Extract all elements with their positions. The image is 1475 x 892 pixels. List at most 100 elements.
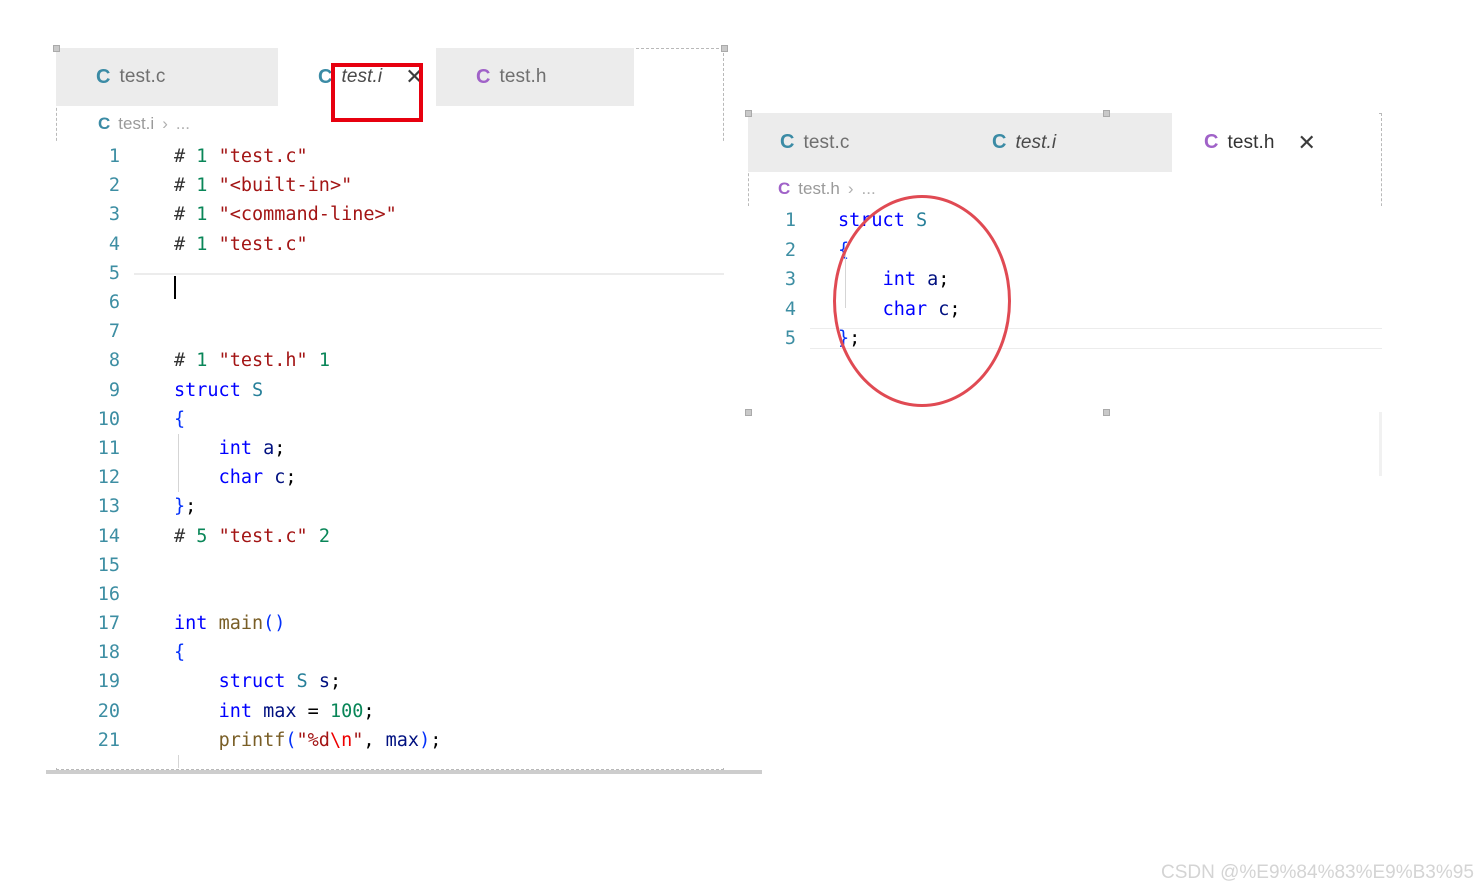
code-line[interactable]: 19 struct S s; — [56, 667, 724, 696]
code-token: "test.h" — [218, 350, 308, 372]
code-line[interactable]: 17 int main() — [56, 609, 724, 638]
left-tab-test-h[interactable]: Ctest.h — [436, 48, 634, 106]
code-line[interactable]: 4 # 1 "test.c" — [56, 230, 724, 259]
code-line[interactable]: 15 — [56, 551, 724, 580]
code-line-text[interactable]: # 1 "<built-in>" — [134, 175, 724, 196]
code-line-text[interactable]: { — [134, 642, 724, 663]
line-number: 1 — [784, 210, 796, 232]
code-token: 5 — [196, 525, 208, 547]
close-icon[interactable]: ✕ — [405, 66, 423, 88]
code-line-text[interactable]: struct S s; — [134, 671, 724, 692]
code-line[interactable]: 5}; — [748, 324, 1382, 354]
code-line[interactable]: 21 printf("%d\n", max); — [56, 726, 724, 755]
right-breadcrumb-file[interactable]: test.h — [798, 179, 840, 199]
code-line-text[interactable]: char c; — [810, 299, 1382, 320]
code-token: "test.c" — [218, 146, 308, 168]
right-tab-test-h[interactable]: Ctest.h ✕ — [1172, 113, 1377, 172]
right-editor-body-extension — [1379, 412, 1382, 476]
code-token: 1 — [196, 233, 208, 255]
code-line[interactable]: 18 { — [56, 638, 724, 667]
code-line[interactable]: 16 — [56, 580, 724, 609]
code-line[interactable]: 20 int max = 100; — [56, 697, 724, 726]
code-line[interactable]: 8 # 1 "test.h" 1 — [56, 346, 724, 375]
code-line[interactable]: 13}; — [56, 492, 724, 521]
resize-handle-right-bc[interactable] — [1103, 409, 1110, 416]
chevron-right-icon: › — [162, 114, 168, 133]
code-line-text[interactable]: struct S — [134, 380, 724, 401]
code-token: "test.c" — [218, 233, 308, 255]
code-line-text[interactable]: { — [134, 409, 724, 430]
close-icon[interactable]: ✕ — [1298, 131, 1316, 154]
code-token: S — [251, 379, 264, 401]
code-token: main — [218, 613, 264, 635]
code-line-text[interactable]: # 5 "test.c" 2 — [134, 526, 724, 547]
code-line[interactable]: 10 { — [56, 405, 724, 434]
code-line-text[interactable]: # 1 "test.c" — [134, 234, 724, 255]
code-line-text[interactable]: int max = 100; — [134, 701, 724, 722]
code-line[interactable]: 2{ — [748, 236, 1382, 266]
right-tab-test-i[interactable]: Ctest.i — [960, 113, 1172, 172]
code-line[interactable]: 12 char c; — [56, 463, 724, 492]
right-breadcrumb-more[interactable]: ... — [862, 179, 876, 199]
code-line-text[interactable]: }; — [810, 328, 1382, 350]
right-tab-test-c[interactable]: Ctest.c — [748, 113, 960, 172]
code-line[interactable]: 3 int a; — [748, 265, 1382, 295]
resize-handle-left-tr[interactable] — [721, 45, 728, 52]
code-line[interactable]: 9 struct S — [56, 376, 724, 405]
code-token: ; — [938, 269, 950, 291]
code-token: 1 — [196, 204, 208, 226]
code-line[interactable]: 2 # 1 "<built-in>" — [56, 171, 724, 200]
code-line-text[interactable]: # 1 "test.h" 1 — [134, 350, 724, 371]
code-token: struct — [838, 210, 905, 232]
line-number: 7 — [108, 321, 120, 343]
resize-handle-left-tl[interactable] — [53, 45, 60, 52]
line-number: 2 — [784, 239, 796, 261]
right-editor-screenshot: Ctest.c Ctest.i Ctest.h ✕ Ctest.h ›... 1 stru… — [748, 113, 1382, 412]
right-tab-bar: Ctest.c Ctest.i Ctest.h ✕ — [748, 113, 1382, 172]
code-line-text[interactable]: { — [810, 240, 1382, 261]
code-line[interactable]: 7 — [56, 317, 724, 346]
left-breadcrumb-more[interactable]: ... — [176, 114, 190, 134]
code-token: ; — [363, 700, 375, 722]
c-file-icon: C — [98, 114, 111, 133]
code-token: # — [174, 146, 197, 168]
resize-handle-right-bl[interactable] — [745, 409, 752, 416]
code-line[interactable]: 4 char c; — [748, 295, 1382, 325]
code-line[interactable]: 11 int a; — [56, 434, 724, 463]
code-line-text[interactable]: int a; — [810, 269, 1382, 290]
right-tab-label: test.i — [1015, 131, 1057, 153]
right-code-area[interactable]: 1 struct S 2{3 int a; 4 char c; 5}; — [748, 206, 1382, 412]
code-line[interactable]: 1 # 1 "test.c" — [56, 142, 724, 171]
code-line-text[interactable]: }; — [134, 496, 724, 517]
code-token: 1 — [318, 350, 330, 372]
code-line-text[interactable]: # 1 "<command-line>" — [134, 204, 724, 225]
code-line-text[interactable]: int main() — [134, 613, 724, 634]
left-breadcrumb-file[interactable]: test.i — [118, 114, 154, 134]
code-line[interactable]: 14 # 5 "test.c" 2 — [56, 521, 724, 550]
code-line-text[interactable]: printf("%d\n", max); — [134, 730, 724, 751]
code-line-text[interactable]: # 1 "test.c" — [134, 146, 724, 167]
code-line-text[interactable]: struct S — [810, 210, 1382, 231]
left-tab-test-i[interactable]: Ctest.i ✕ — [278, 48, 436, 106]
code-line[interactable]: 6 — [56, 288, 724, 317]
code-line-text[interactable]: int a; — [134, 438, 724, 459]
code-line[interactable]: 5 — [56, 259, 724, 299]
left-tab-test-c[interactable]: Ctest.c — [56, 48, 278, 106]
code-line[interactable]: 1 struct S — [748, 206, 1382, 236]
left-breadcrumb[interactable]: Ctest.i ›... — [56, 106, 724, 142]
code-line[interactable]: 3 # 1 "<command-line>" — [56, 200, 724, 229]
code-line-text[interactable]: char c; — [134, 467, 724, 488]
right-breadcrumb[interactable]: Ctest.h ›... — [748, 172, 1382, 206]
left-code-area[interactable]: 1 # 1 "test.c" 2 # 1 "<built-in>" 3 # 1 "<com… — [56, 142, 724, 768]
resize-handle-right-tc[interactable] — [1103, 110, 1110, 117]
resize-handle-right-tl[interactable] — [745, 110, 752, 117]
